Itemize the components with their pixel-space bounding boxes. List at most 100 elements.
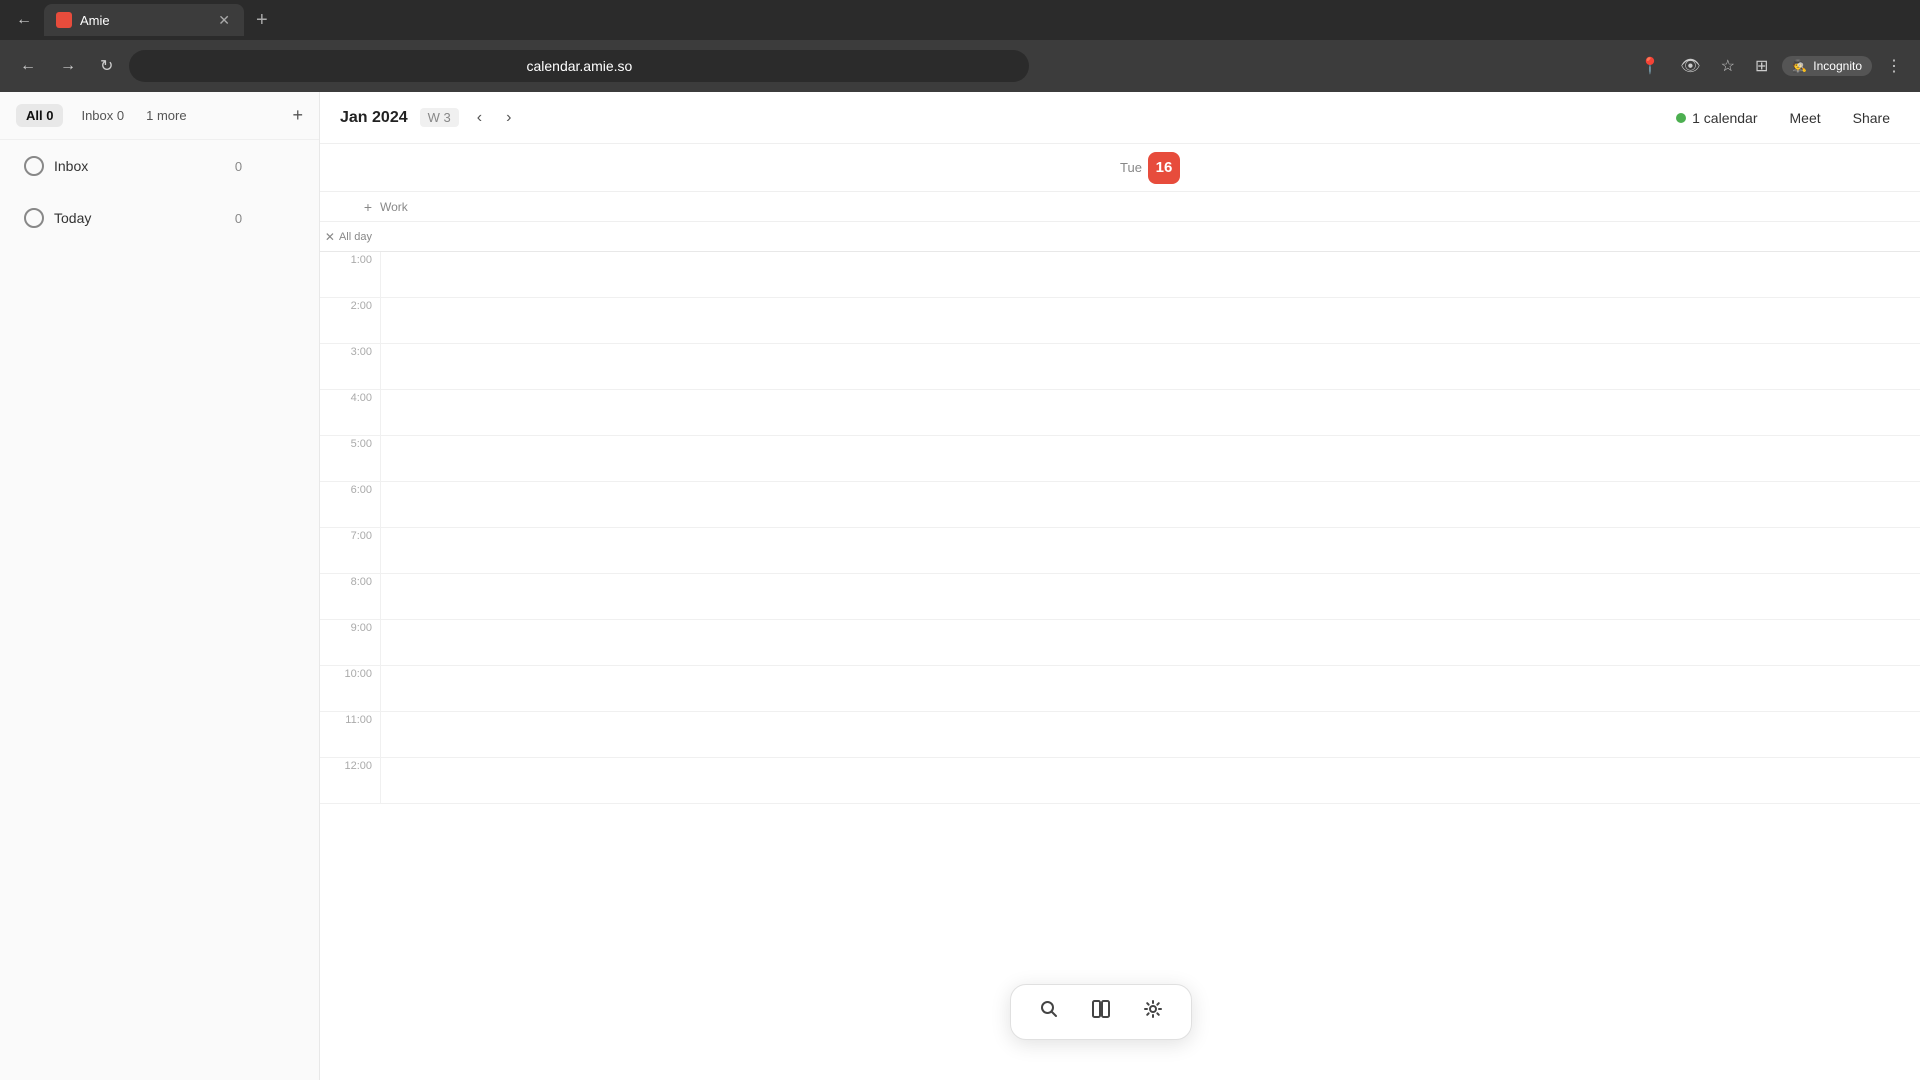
search-toolbar-button[interactable] <box>1035 995 1063 1029</box>
today-label: Today <box>54 210 225 226</box>
sidebar: All 0 Inbox 0 1 more + Inbox 0 + ••• Tod… <box>0 92 320 1080</box>
time-label-600: 6:00 <box>320 482 380 527</box>
today-icon <box>24 208 44 228</box>
layout-toolbar-button[interactable] <box>1087 995 1115 1029</box>
month-label: Jan 2024 <box>340 109 408 127</box>
location-icon[interactable]: 📍 <box>1634 52 1666 80</box>
time-label-700: 7:00 <box>320 528 380 573</box>
time-label-900: 9:00 <box>320 620 380 665</box>
browser-tabs: ← Amie ✕ + <box>0 0 1920 40</box>
sidebar-item-today[interactable]: Today 0 + ••• <box>16 202 303 234</box>
settings-icon <box>1143 999 1163 1019</box>
inbox-add-btn[interactable]: + <box>252 156 268 176</box>
reload-button[interactable]: ↻ <box>92 50 121 82</box>
day-col-header: Tue 16 <box>380 152 1920 184</box>
work-label: + <box>320 199 380 215</box>
time-row-500: 5:00 <box>320 436 1920 482</box>
app: All 0 Inbox 0 1 more + Inbox 0 + ••• Tod… <box>0 92 1920 1080</box>
browser-tab-amie[interactable]: Amie ✕ <box>44 4 244 36</box>
forward-button[interactable]: → <box>52 51 84 81</box>
time-label-100: 1:00 <box>320 252 380 297</box>
calendar-color-dot <box>1676 113 1686 123</box>
time-label-200: 2:00 <box>320 298 380 343</box>
time-slot-500[interactable] <box>380 436 1920 481</box>
time-row-300: 3:00 <box>320 344 1920 390</box>
today-add-btn[interactable]: + <box>252 208 268 228</box>
bookmark-icon[interactable]: ☆ <box>1715 52 1741 80</box>
work-row: + Work <box>320 192 1920 222</box>
inbox-icon <box>24 156 44 176</box>
week-badge: W 3 <box>420 108 459 127</box>
time-slot-1100[interactable] <box>380 712 1920 757</box>
work-add-button[interactable]: + <box>364 199 372 215</box>
time-grid: 1:00 2:00 3:00 4:00 5:00 6:00 <box>320 252 1920 1080</box>
time-row-1200: 12:00 <box>320 758 1920 804</box>
time-slot-1200[interactable] <box>380 758 1920 803</box>
address-bar[interactable] <box>129 50 1029 82</box>
time-row-1100: 11:00 <box>320 712 1920 758</box>
prev-week-button[interactable]: ‹ <box>471 105 488 131</box>
sidebar-section-inbox: Inbox 0 + ••• <box>0 140 319 192</box>
time-slot-800[interactable] <box>380 574 1920 619</box>
incognito-badge: 🕵 Incognito <box>1782 56 1872 76</box>
time-label-500: 5:00 <box>320 436 380 481</box>
sidebar-item-inbox[interactable]: Inbox 0 + ••• <box>16 150 303 182</box>
meet-button[interactable]: Meet <box>1780 106 1831 130</box>
incognito-icon: 🕵 <box>1792 59 1807 73</box>
work-content: Work <box>380 198 1920 216</box>
calendar-header-right: 1 calendar Meet Share <box>1666 106 1900 130</box>
time-slot-400[interactable] <box>380 390 1920 435</box>
calendar-count-label: 1 calendar <box>1692 110 1757 126</box>
time-slot-200[interactable] <box>380 298 1920 343</box>
time-label-300: 3:00 <box>320 344 380 389</box>
time-label-1200: 12:00 <box>320 758 380 803</box>
calendar-header: Jan 2024 W 3 ‹ › 1 calendar Meet Share <box>320 92 1920 144</box>
incognito-label: Incognito <box>1813 59 1862 73</box>
sidebar-header: All 0 Inbox 0 1 more + <box>0 92 319 140</box>
new-tab-button[interactable]: + <box>248 5 276 36</box>
time-row-900: 9:00 <box>320 620 1920 666</box>
bottom-toolbar <box>1010 984 1192 1040</box>
time-row-400: 4:00 <box>320 390 1920 436</box>
extensions-icon[interactable]: ⊞ <box>1749 52 1774 80</box>
sidebar-add-button[interactable]: + <box>292 105 303 126</box>
allday-text: All day <box>339 231 372 243</box>
time-label-800: 8:00 <box>320 574 380 619</box>
day-header: Tue 16 <box>320 144 1920 192</box>
back-button[interactable]: ← <box>12 51 44 81</box>
calendar-indicator[interactable]: 1 calendar <box>1666 106 1767 130</box>
inbox-more-btn[interactable]: ••• <box>272 156 295 176</box>
eye-icon[interactable]: 👁 <box>1674 52 1706 80</box>
today-more-btn[interactable]: ••• <box>272 208 295 228</box>
time-slot-700[interactable] <box>380 528 1920 573</box>
time-slot-600[interactable] <box>380 482 1920 527</box>
menu-icon[interactable]: ⋮ <box>1880 52 1908 80</box>
tab-history-back[interactable]: ← <box>8 5 40 35</box>
filter-more[interactable]: 1 more <box>146 108 186 123</box>
time-slot-1000[interactable] <box>380 666 1920 711</box>
tab-close-button[interactable]: ✕ <box>216 12 232 29</box>
search-icon <box>1039 999 1059 1019</box>
toolbar-icons: 📍 👁 ☆ ⊞ 🕵 Incognito ⋮ <box>1634 52 1908 80</box>
time-label-1000: 10:00 <box>320 666 380 711</box>
time-row-1000: 10:00 <box>320 666 1920 712</box>
time-slot-300[interactable] <box>380 344 1920 389</box>
next-week-button[interactable]: › <box>500 105 517 131</box>
layout-icon <box>1091 999 1111 1019</box>
allday-toggle[interactable]: ✕ <box>325 230 335 244</box>
day-number: 16 <box>1148 152 1180 184</box>
filter-inbox[interactable]: Inbox 0 <box>71 104 134 127</box>
time-label-1100: 11:00 <box>320 712 380 757</box>
today-count: 0 <box>235 211 242 226</box>
time-row-800: 8:00 <box>320 574 1920 620</box>
time-slot-900[interactable] <box>380 620 1920 665</box>
time-label-400: 4:00 <box>320 390 380 435</box>
allday-label: ✕ All day <box>320 230 380 244</box>
time-slot-100[interactable] <box>380 252 1920 297</box>
filter-all[interactable]: All 0 <box>16 104 63 127</box>
settings-toolbar-button[interactable] <box>1139 995 1167 1029</box>
browser-toolbar: ← → ↻ 📍 👁 ☆ ⊞ 🕵 Incognito ⋮ <box>0 40 1920 92</box>
share-button[interactable]: Share <box>1843 106 1900 130</box>
calendar-area: Jan 2024 W 3 ‹ › 1 calendar Meet Share T… <box>320 92 1920 1080</box>
time-row-200: 2:00 <box>320 298 1920 344</box>
